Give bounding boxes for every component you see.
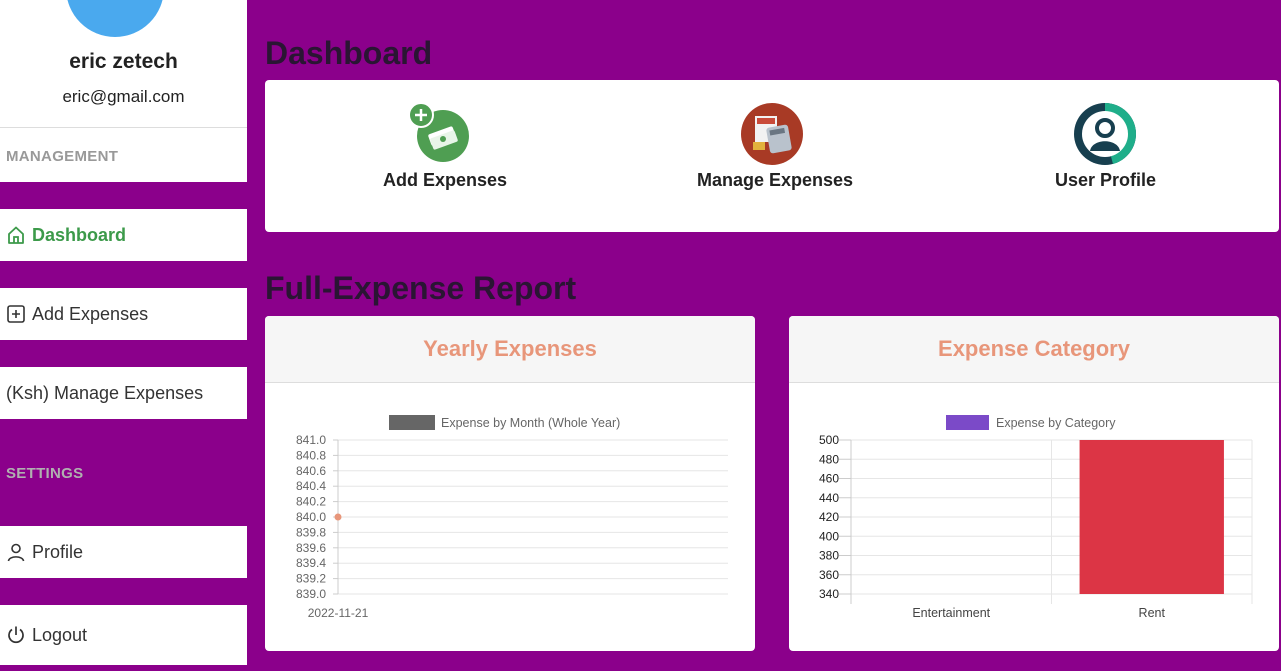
quick-action-manage-expenses[interactable]: Manage Expenses [697, 102, 854, 191]
expense-category-chart[interactable]: Expense by Category 500 480 460 440 420 400 380… [789, 383, 1279, 651]
y-tick-label: 840.4 [296, 479, 326, 493]
power-icon [6, 625, 26, 645]
plus-square-icon [6, 304, 26, 324]
calculator-icon [740, 102, 804, 166]
page-title: Dashboard [265, 35, 433, 71]
main-content: Dashboard Add Expenses Manage Expenses U… [247, 0, 1281, 671]
x-tick-label: Rent [1139, 606, 1166, 620]
quick-action-label: Manage Expenses [697, 170, 854, 190]
management-section: MANAGEMENT [0, 128, 247, 182]
bar-rent [1079, 440, 1224, 594]
y-tick-label: 340 [819, 587, 839, 601]
y-tick-label: 839.0 [296, 587, 326, 601]
y-tick-label: 840.0 [296, 510, 326, 524]
chart-title: Expense Category [789, 316, 1279, 383]
sidebar-item-label: Profile [32, 541, 84, 562]
yearly-expenses-card: Yearly Expenses Expense by Month (Whole … [265, 316, 755, 651]
y-tick-label: 500 [819, 433, 839, 447]
user-profile-block: eric zetech eric@gmail.com [0, 0, 247, 128]
user-email: eric@gmail.com [62, 87, 185, 106]
quick-action-user-profile[interactable]: User Profile [1055, 102, 1157, 191]
y-tick-label: 839.6 [296, 541, 326, 555]
y-tick-label: 400 [819, 529, 839, 543]
quick-action-add-expenses[interactable]: Add Expenses [383, 102, 508, 191]
settings-label: SETTINGS [6, 465, 84, 482]
money-add-icon [407, 102, 471, 166]
report-title: Full-Expense Report [265, 270, 577, 306]
y-tick-label: 839.4 [296, 556, 326, 570]
sidebar-item-label: Dashboard [32, 224, 127, 245]
legend-label: Expense by Month (Whole Year) [441, 416, 620, 430]
sidebar-item-dashboard[interactable]: Dashboard [0, 209, 247, 261]
x-tick-label: Entertainment [912, 606, 990, 620]
user-circle-icon [1073, 102, 1137, 166]
y-tick-label: 839.8 [296, 525, 326, 539]
sidebar-item-manage-expenses[interactable]: (Ksh) Manage Expenses [0, 367, 247, 419]
sidebar-item-label: Logout [32, 624, 88, 645]
y-tick-label: 460 [819, 472, 839, 486]
y-tick-label: 840.8 [296, 448, 326, 462]
sidebar-item-add-expenses[interactable]: Add Expenses [0, 288, 247, 340]
y-tick-label: 841.0 [296, 433, 326, 447]
quick-action-label: User Profile [1055, 170, 1157, 190]
sidebar-item-label: (Ksh) Manage Expenses [6, 382, 204, 403]
legend-swatch [946, 415, 989, 430]
quick-action-label: Add Expenses [383, 170, 508, 190]
y-tick-label: 839.2 [296, 572, 326, 586]
legend-swatch [389, 415, 435, 430]
y-tick-label: 840.2 [296, 495, 326, 509]
legend-label: Expense by Category [996, 416, 1116, 430]
y-tick-label: 840.6 [296, 464, 326, 478]
avatar [66, 0, 164, 37]
expense-category-card: Expense Category Expense by Category 500 4… [789, 316, 1279, 651]
yearly-expenses-chart[interactable]: Expense by Month (Whole Year) 841.0840.8 8… [265, 383, 755, 651]
sidebar-item-label: Add Expenses [32, 303, 149, 324]
management-label: MANAGEMENT [6, 148, 119, 165]
person-icon [6, 542, 26, 562]
user-name: eric zetech [69, 50, 178, 73]
sidebar: eric zetech eric@gmail.com MANAGEMENT Da… [0, 0, 247, 671]
quick-actions-card: Add Expenses Manage Expenses User Profil… [265, 80, 1279, 232]
y-tick-label: 480 [819, 452, 839, 466]
x-tick-label: 2022-11-21 [308, 606, 369, 620]
y-tick-label: 380 [819, 549, 839, 563]
y-tick-label: 440 [819, 491, 839, 505]
sidebar-item-profile[interactable]: Profile [0, 526, 247, 578]
home-icon [6, 225, 26, 245]
y-tick-label: 360 [819, 568, 839, 582]
chart-title: Yearly Expenses [265, 316, 755, 383]
y-tick-label: 420 [819, 510, 839, 524]
data-point [334, 513, 342, 521]
sidebar-item-logout[interactable]: Logout [0, 605, 247, 665]
